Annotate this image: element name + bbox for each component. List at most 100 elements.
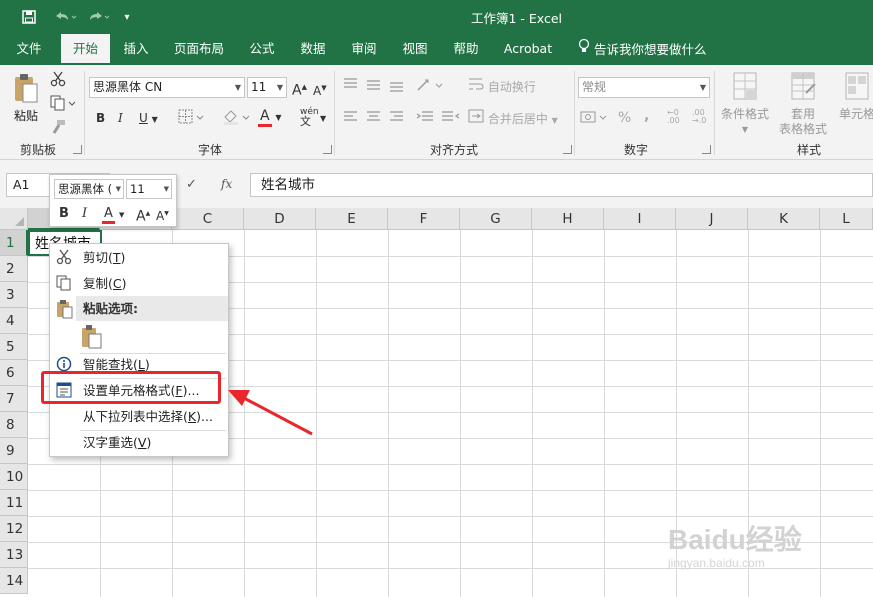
font-name-select[interactable]: 思源黑体 CN ▼ <box>89 77 245 98</box>
number-format-select[interactable]: 常规 ▼ <box>578 77 710 98</box>
tab-file[interactable]: 文件 <box>6 34 52 65</box>
increase-font-button[interactable]: A▲ <box>292 78 307 100</box>
comma-button[interactable]: , <box>644 107 649 125</box>
mini-font-color-button[interactable]: A ▼ <box>102 205 124 224</box>
row-header-9[interactable]: 9 <box>0 438 28 464</box>
tab-view[interactable]: 视图 <box>393 34 437 65</box>
alignment-launcher-icon[interactable] <box>563 145 572 154</box>
mini-italic-button[interactable]: I <box>82 205 87 223</box>
italic-button[interactable]: I <box>118 109 123 127</box>
paste-icon <box>15 74 38 103</box>
paste-clipboard-icon <box>55 299 73 322</box>
tab-acrobat[interactable]: Acrobat <box>496 34 560 65</box>
row-header-12[interactable]: 12 <box>0 516 28 542</box>
menu-item-hanzi-reselect[interactable]: 汉字重选(V) <box>50 431 228 455</box>
menu-item-pick-from-list[interactable]: 从下拉列表中选择(K)... <box>50 405 228 429</box>
tab-data[interactable]: 数据 <box>291 34 335 65</box>
underline-button[interactable]: U ▼ <box>139 109 158 129</box>
format-as-table-button[interactable]: 套用 表格格式 <box>772 71 834 137</box>
column-header-j[interactable]: J <box>676 208 748 230</box>
column-header-h[interactable]: H <box>532 208 604 230</box>
row-header-3[interactable]: 3 <box>0 282 28 308</box>
fill-color-icon[interactable] <box>222 109 252 130</box>
percent-button[interactable]: % <box>618 109 631 127</box>
row-header-2[interactable]: 2 <box>0 256 28 282</box>
font-color-label: A <box>258 108 272 127</box>
mini-font-size-select[interactable]: 11 ▼ <box>126 179 172 199</box>
borders-icon[interactable] <box>178 109 206 130</box>
row-header-8[interactable]: 8 <box>0 412 28 438</box>
row-header-14[interactable]: 14 <box>0 568 28 594</box>
column-header-i[interactable]: I <box>604 208 676 230</box>
chevron-down-icon[interactable]: ▼ <box>320 110 326 128</box>
insert-function-button[interactable]: fx <box>221 177 232 191</box>
confirm-icon[interactable]: ✓ <box>186 177 197 192</box>
wrap-text-button[interactable]: 自动换行 <box>468 77 536 96</box>
grid-line <box>28 516 873 517</box>
accounting-format-icon[interactable] <box>580 109 610 130</box>
decrease-decimal-icon[interactable]: .00 →.0 <box>692 109 706 125</box>
tell-me-box[interactable]: 告诉我你想要做什么 <box>578 34 707 65</box>
column-header-k[interactable]: K <box>748 208 820 230</box>
grid-line <box>28 464 873 465</box>
row-header-13[interactable]: 13 <box>0 542 28 568</box>
tab-formulas[interactable]: 公式 <box>240 34 284 65</box>
paste-option-icon[interactable] <box>80 324 104 353</box>
column-header-l[interactable]: L <box>820 208 873 230</box>
conditional-formatting-icon <box>733 72 757 100</box>
formula-input[interactable]: 姓名城市 <box>250 173 873 197</box>
copy-icon[interactable] <box>50 95 76 116</box>
conditional-formatting-button[interactable]: 条件格式 ▼ <box>718 71 772 137</box>
merge-center-button[interactable]: 合并后居中 ▼ <box>468 109 558 130</box>
mini-grow-label: A <box>136 208 146 225</box>
orientation-icon[interactable] <box>416 77 448 98</box>
mini-shrink-font-button[interactable]: A▼ <box>156 205 169 225</box>
tab-help[interactable]: 帮助 <box>444 34 488 65</box>
mini-font-size-value: 11 <box>130 182 145 196</box>
clipboard-launcher-icon[interactable] <box>73 145 82 154</box>
mini-bold-button[interactable]: B <box>59 205 69 223</box>
row-header-11[interactable]: 11 <box>0 490 28 516</box>
font-size-select[interactable]: 11 ▼ <box>247 77 287 98</box>
select-all-button[interactable] <box>0 208 28 230</box>
increase-decimal-icon[interactable]: ←0.00 <box>667 109 680 125</box>
font-color-button[interactable]: A ▼ <box>258 107 282 127</box>
row-header-5[interactable]: 5 <box>0 334 28 360</box>
column-header-g[interactable]: G <box>460 208 532 230</box>
indent-icon[interactable] <box>416 109 460 130</box>
column-header-f[interactable]: F <box>388 208 460 230</box>
mini-font-name-select[interactable]: 思源黑体 ( ▼ <box>54 179 124 199</box>
row-header-7[interactable]: 7 <box>0 386 28 412</box>
row-header-6[interactable]: 6 <box>0 360 28 386</box>
pinyin-button[interactable]: wén 文 <box>300 107 319 127</box>
column-header-e[interactable]: E <box>316 208 388 230</box>
merge-center-label: 合并后居中 <box>487 112 548 126</box>
tab-insert[interactable]: 插入 <box>114 34 158 65</box>
scissors-icon <box>55 249 73 267</box>
bold-button[interactable]: B <box>96 109 105 127</box>
align-top-icon[interactable] <box>343 77 407 98</box>
menu-item-label: 从下拉列表中选择 <box>83 409 184 424</box>
menu-item-accesskey: T <box>112 250 121 265</box>
font-launcher-icon[interactable] <box>323 145 332 154</box>
tab-review[interactable]: 审阅 <box>342 34 386 65</box>
paste-label: 粘贴 <box>13 109 38 123</box>
paste-button[interactable]: 粘贴 <box>8 73 44 124</box>
cell-styles-button[interactable]: 单元格 <box>834 71 873 122</box>
tab-home[interactable]: 开始 <box>61 34 110 65</box>
format-painter-icon[interactable] <box>50 119 66 140</box>
tab-page-layout[interactable]: 页面布局 <box>166 34 232 65</box>
column-header-d[interactable]: D <box>244 208 316 230</box>
number-launcher-icon[interactable] <box>702 145 711 154</box>
scissors-icon[interactable] <box>50 71 66 92</box>
align-left-icon[interactable] <box>343 109 407 130</box>
menu-item-cut[interactable]: 剪切(T) <box>50 246 228 270</box>
row-header-4[interactable]: 4 <box>0 308 28 334</box>
column-header-c[interactable]: C <box>172 208 244 230</box>
mini-grow-font-button[interactable]: A▲ <box>136 205 150 226</box>
row-header-1[interactable]: 1 <box>0 230 28 256</box>
menu-item-copy[interactable]: 复制(C) <box>50 272 228 296</box>
chevron-down-icon: ▼ <box>551 116 558 125</box>
decrease-font-button[interactable]: A▼ <box>313 79 327 100</box>
row-header-10[interactable]: 10 <box>0 464 28 490</box>
